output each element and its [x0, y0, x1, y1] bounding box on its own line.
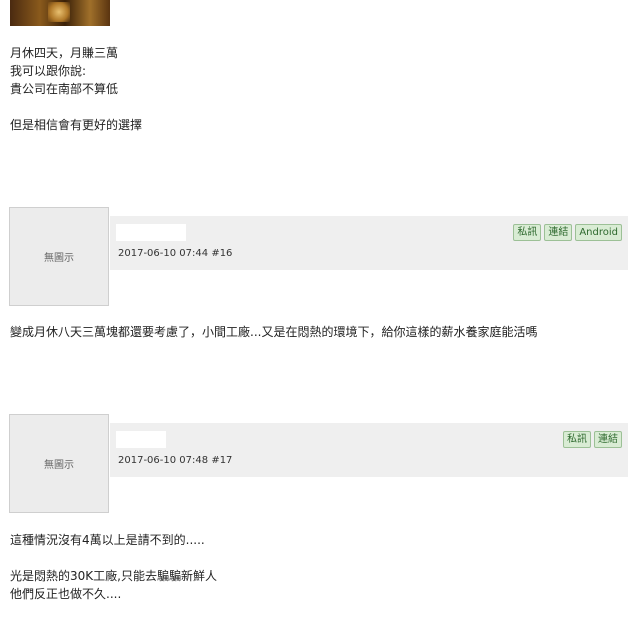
avatar[interactable]: 無圖示: [9, 414, 109, 513]
private-message-button[interactable]: 私訊: [513, 224, 542, 241]
post-actions: 私訊 連結 Android: [513, 224, 622, 241]
post-floor-number[interactable]: #17: [211, 455, 232, 466]
post-line: 但是相信會有更好的選擇: [10, 118, 143, 132]
post-line: 他們反正也做不久....: [10, 587, 122, 601]
post-line-blank: [10, 549, 217, 567]
post-image: [10, 0, 110, 26]
post-timestamp: 2017-06-10 07:44 #16: [118, 248, 232, 259]
android-button[interactable]: Android: [575, 224, 622, 241]
post-date: 2017-06-10 07:48: [118, 455, 209, 466]
post-actions: 私訊 連結: [563, 431, 622, 448]
image-detail: [48, 2, 70, 22]
post-line: 這種情況沒有4萬以上是請不到的.....: [10, 533, 205, 547]
post-body-16: 變成月休八天三萬塊都還要考慮了，小間工廠...又是在悶熱的環境下，給你這樣的薪水…: [10, 323, 537, 341]
post-meta-bar-16: 2017-06-10 07:44 #16 私訊 連結 Android: [110, 216, 628, 270]
avatar[interactable]: 無圖示: [9, 207, 109, 306]
post-line-blank: [10, 98, 142, 116]
post-body-17: 這種情況沒有4萬以上是請不到的..... 光是悶熱的30K工廠,只能去騙騙新鮮人…: [10, 531, 217, 603]
post-line: 貴公司在南部不算低: [10, 82, 119, 96]
post-line: 我可以跟你說:: [10, 64, 87, 78]
post-line: 光是悶熱的30K工廠,只能去騙騙新鮮人: [10, 569, 217, 583]
link-button[interactable]: 連結: [594, 431, 622, 448]
post-floor-number[interactable]: #16: [211, 248, 232, 259]
post-line: 變成月休八天三萬塊都還要考慮了，小間工廠...又是在悶熱的環境下，給你這樣的薪水…: [10, 325, 538, 339]
post-body-15: 月休四天，月賺三萬 我可以跟你說: 貴公司在南部不算低 但是相信會有更好的選擇: [10, 44, 142, 134]
post-date: 2017-06-10 07:44: [118, 248, 209, 259]
username[interactable]: [116, 431, 166, 448]
private-message-button[interactable]: 私訊: [563, 431, 591, 448]
username[interactable]: [116, 224, 186, 241]
post-timestamp: 2017-06-10 07:48 #17: [118, 455, 232, 466]
post-meta-bar-17: 2017-06-10 07:48 #17 私訊 連結: [110, 423, 628, 477]
post-line: 月休四天，月賺三萬: [10, 46, 119, 60]
link-button[interactable]: 連結: [544, 224, 573, 241]
